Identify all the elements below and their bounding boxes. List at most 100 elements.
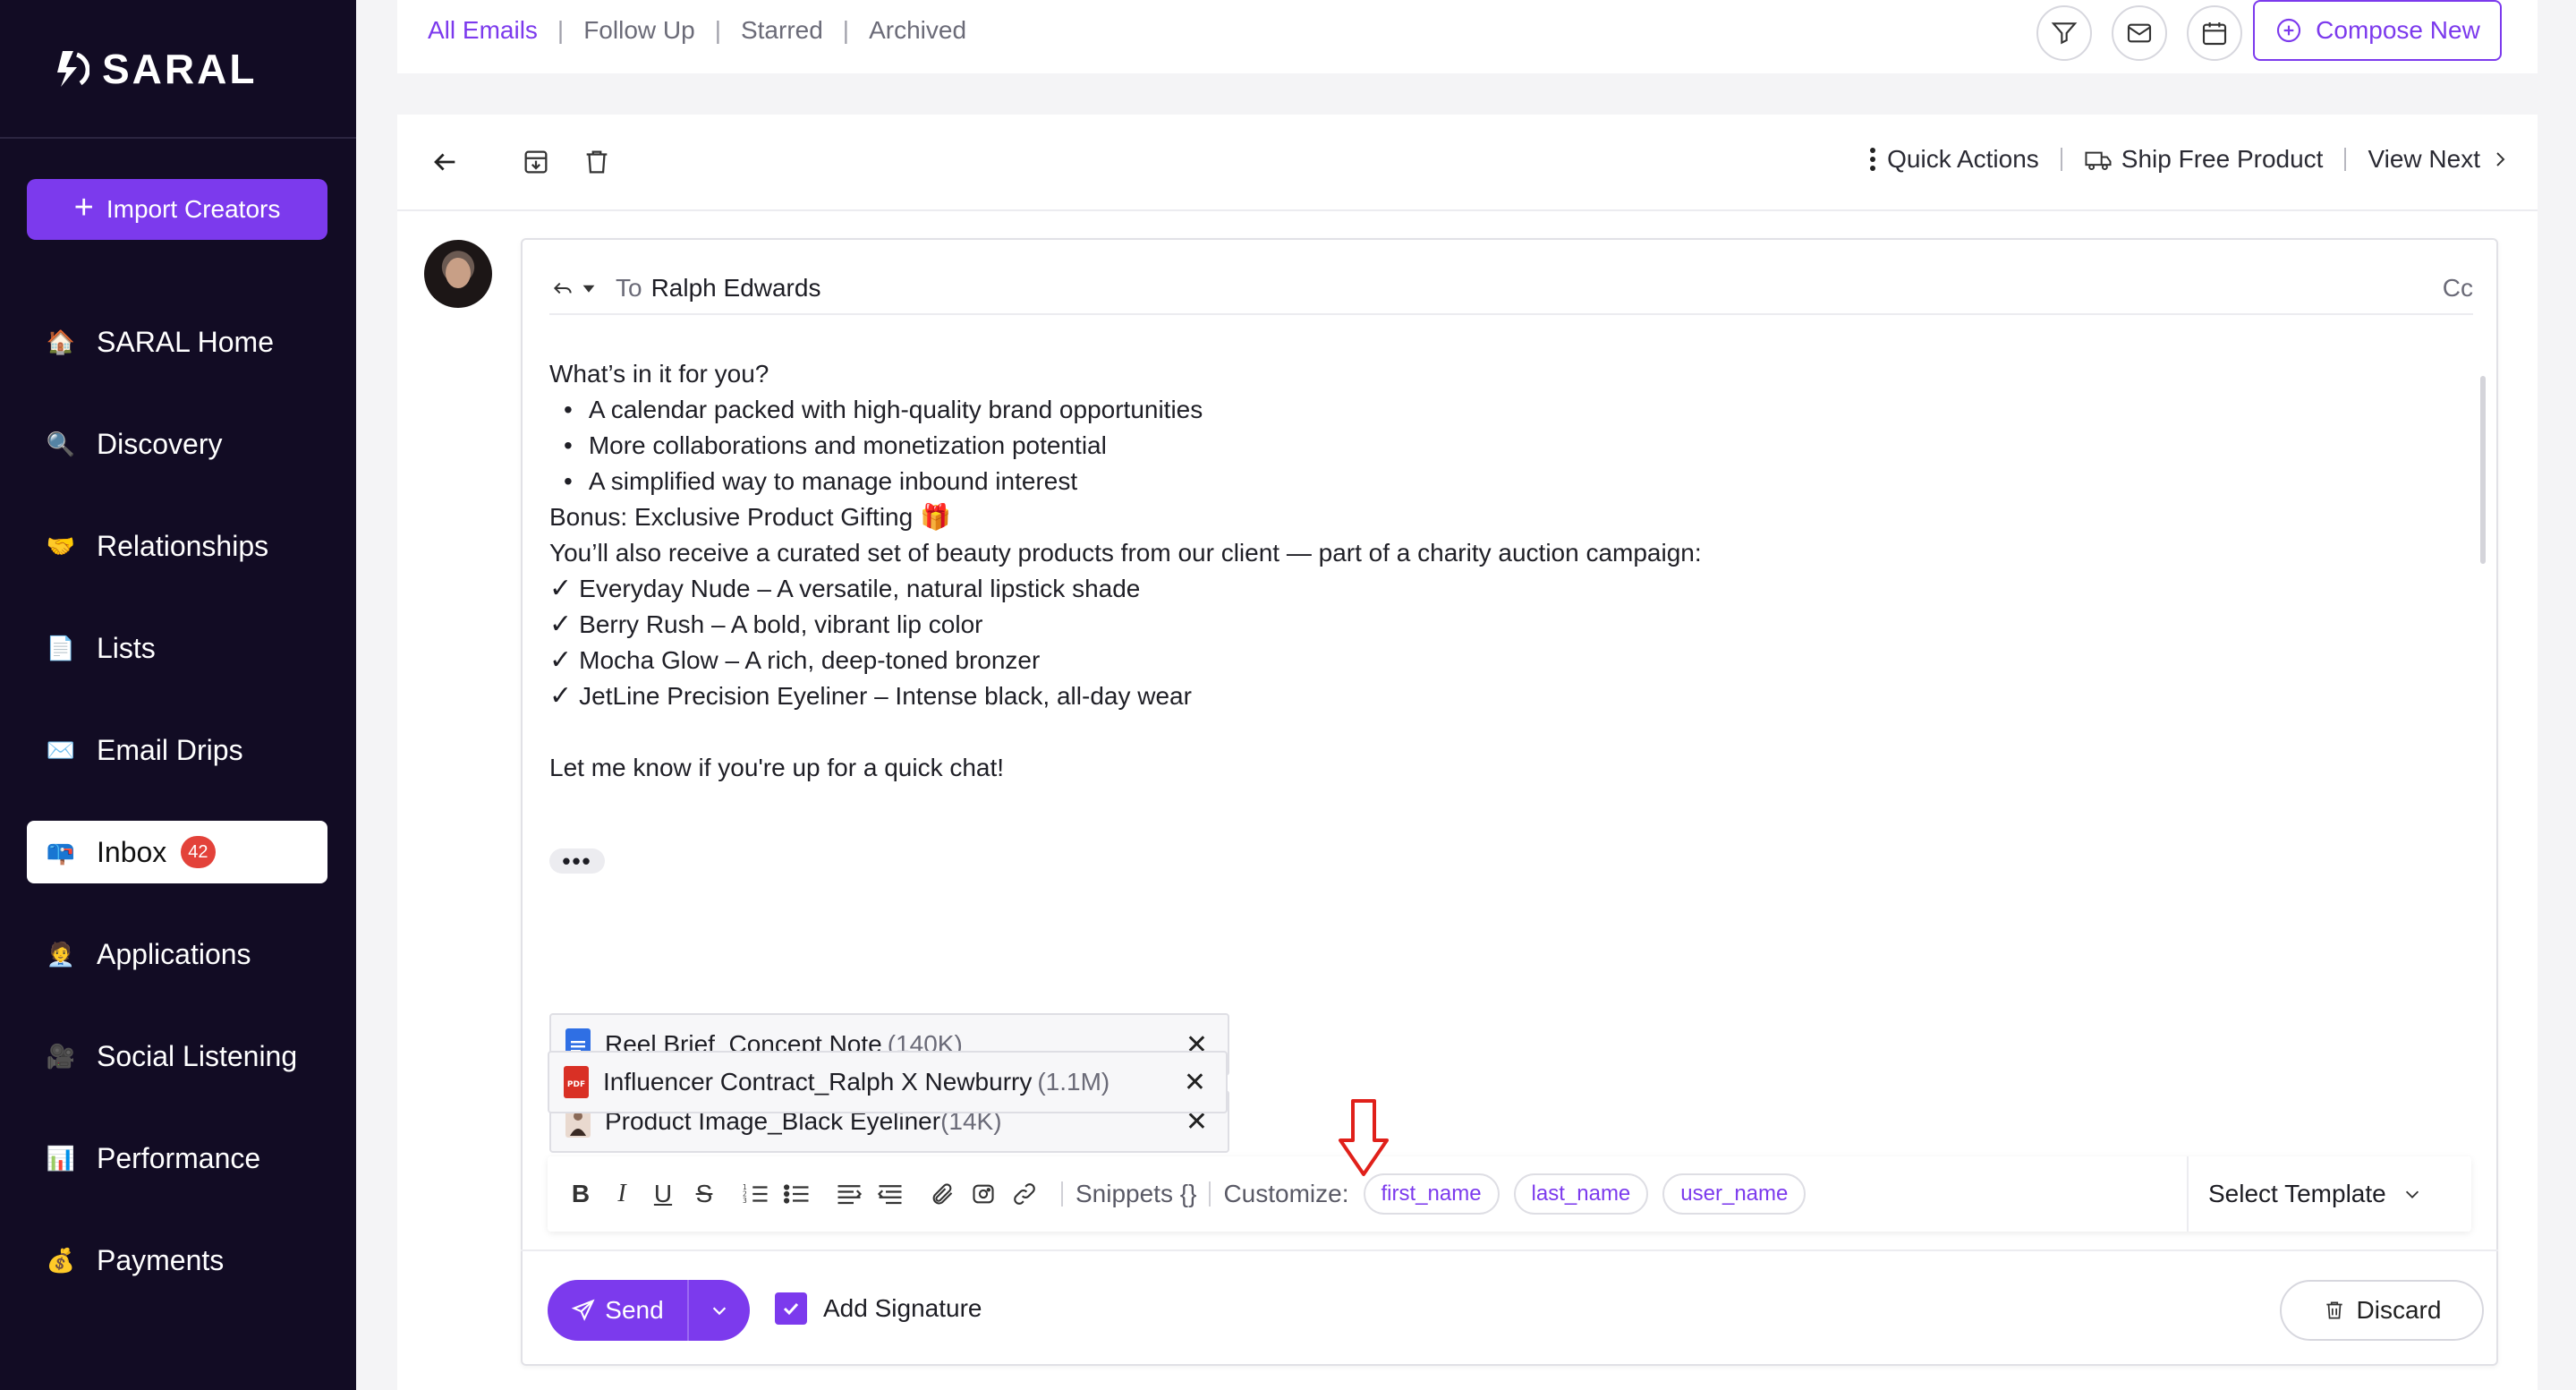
body-curated: You’ll also receive a curated set of bea…: [549, 539, 1702, 567]
plus-icon: +: [73, 189, 94, 226]
body-closing: Let me know if you're up for a quick cha…: [549, 754, 1005, 781]
send-button[interactable]: Send: [548, 1280, 687, 1341]
action-separator: [2344, 148, 2347, 171]
saral-logo[interactable]: SARAL: [50, 45, 257, 93]
italic-icon[interactable]: I: [605, 1177, 639, 1211]
filter-button[interactable]: [2036, 5, 2092, 61]
envelope-icon: ✉️: [46, 736, 76, 763]
email-panel: Quick Actions Ship Free Product View Nex…: [397, 115, 2538, 1390]
sidebar-item-payments[interactable]: 💰 Payments: [27, 1229, 327, 1292]
svg-text:3: 3: [743, 1197, 747, 1205]
ship-free-product-button[interactable]: Ship Free Product: [2084, 145, 2323, 174]
checkmark-icon: [783, 1302, 799, 1316]
archive-icon[interactable]: [521, 147, 551, 177]
person-icon: 🧑‍💼: [46, 940, 76, 968]
bullet-list-icon[interactable]: [780, 1177, 814, 1211]
caret-down-icon: [582, 285, 595, 293]
svg-text:PDF: PDF: [567, 1080, 585, 1089]
snippets-button[interactable]: Snippets {}: [1075, 1180, 1196, 1208]
attachment-paperclip-icon[interactable]: [925, 1177, 959, 1211]
send-button-group: Send: [548, 1280, 750, 1341]
remove-attachment-icon[interactable]: ✕: [1184, 1067, 1206, 1098]
discard-label: Discard: [2356, 1296, 2442, 1324]
cc-button[interactable]: Cc: [2443, 274, 2473, 303]
toolbar-separator: [1209, 1181, 1211, 1207]
paper-plane-icon: [572, 1299, 595, 1321]
body-bullet: A calendar packed with high-quality bran…: [549, 392, 2428, 428]
sidebar-item-email-drips[interactable]: ✉️ Email Drips: [27, 719, 327, 781]
add-signature-toggle[interactable]: Add Signature: [775, 1292, 982, 1325]
bold-icon[interactable]: B: [564, 1177, 598, 1211]
sidebar-item-applications[interactable]: 🧑‍💼 Applications: [27, 923, 327, 985]
tab-archived[interactable]: Archived: [865, 16, 970, 45]
attachment-item[interactable]: PDF Influencer Contract_Ralph X Newburry…: [548, 1051, 1228, 1113]
recipient-name[interactable]: Ralph Edwards: [651, 274, 821, 303]
back-arrow-icon[interactable]: [429, 147, 460, 177]
compose-new-button[interactable]: Compose New: [2253, 0, 2502, 61]
money-bag-icon: 💰: [46, 1246, 76, 1274]
indent-icon[interactable]: [832, 1177, 866, 1211]
signature-checkbox[interactable]: [775, 1292, 807, 1325]
chip-first-name[interactable]: first_name: [1363, 1173, 1500, 1215]
top-icon-group: [2036, 5, 2242, 61]
saral-logo-icon: [57, 51, 89, 87]
sidebar-item-saral-home[interactable]: 🏠 SARAL Home: [27, 311, 327, 373]
body-scrollbar[interactable]: [2480, 376, 2486, 564]
tab-starred[interactable]: Starred: [737, 16, 827, 45]
show-trimmed-content-button[interactable]: •••: [549, 848, 605, 874]
sidebar-item-social-listening[interactable]: 🎥 Social Listening: [27, 1025, 327, 1087]
trash-icon: [2325, 1301, 2342, 1319]
sidebar-item-lists[interactable]: 📄 Lists: [27, 617, 327, 679]
tab-separator: |: [557, 16, 565, 44]
chip-last-name[interactable]: last_name: [1513, 1173, 1649, 1215]
to-label: To: [616, 274, 642, 302]
inbox-tabs: All Emails | Follow Up | Starred | Archi…: [424, 16, 970, 45]
select-template-label: Select Template: [2208, 1180, 2386, 1207]
magnifier-icon: 🔍: [46, 430, 76, 457]
reply-mode-selector[interactable]: [549, 277, 596, 300]
add-signature-label: Add Signature: [823, 1294, 982, 1322]
inbox-count-badge: 42: [181, 836, 216, 868]
view-next-label: View Next: [2368, 145, 2480, 173]
red-pointer-arrow-icon: [1339, 1099, 1389, 1176]
reply-icon: [553, 282, 572, 294]
mail-icon: [2127, 23, 2152, 43]
sidebar-divider: [0, 137, 356, 139]
view-next-button[interactable]: View Next: [2368, 145, 2511, 174]
sidebar-item-label: SARAL Home: [97, 325, 274, 358]
sidebar-item-label: Payments: [97, 1243, 225, 1276]
trash-icon[interactable]: [582, 147, 612, 177]
select-template-dropdown[interactable]: Select Template: [2187, 1156, 2471, 1232]
customize-label: Customize:: [1223, 1180, 1349, 1207]
sidebar-item-inbox[interactable]: 📪 Inbox 42: [27, 821, 327, 883]
chip-user-name[interactable]: user_name: [1662, 1173, 1807, 1215]
body-product: Mocha Glow – A rich, deep-toned bronzer: [549, 643, 2428, 678]
pdf-icon: PDF: [564, 1066, 589, 1098]
sidebar-item-relationships[interactable]: 🤝 Relationships: [27, 515, 327, 577]
bar-chart-icon: 📊: [46, 1144, 76, 1172]
email-body-editor[interactable]: What’s in it for you? A calendar packed …: [549, 356, 2428, 786]
import-creators-button[interactable]: + Import Creators: [27, 179, 327, 240]
underline-icon[interactable]: U: [646, 1177, 680, 1211]
formatting-toolbar: B I U S 123 Snippets {} Customize: first…: [548, 1156, 2471, 1232]
send-options-dropdown[interactable]: [687, 1280, 750, 1341]
strikethrough-icon[interactable]: S: [687, 1177, 721, 1211]
toolbar-separator: [1061, 1181, 1063, 1207]
attachment-size: (1.1M): [1037, 1068, 1110, 1096]
filter-icon: [2051, 22, 2078, 45]
tab-all-emails[interactable]: All Emails: [424, 16, 541, 45]
attachment-name: Influencer Contract_Ralph X Newburry: [603, 1068, 1033, 1096]
calendar-button[interactable]: [2187, 5, 2242, 61]
sidebar-item-performance[interactable]: 📊 Performance: [27, 1127, 327, 1190]
insert-link-icon[interactable]: [1007, 1177, 1041, 1211]
mail-button[interactable]: [2112, 5, 2167, 61]
numbered-list-icon[interactable]: 123: [739, 1177, 773, 1211]
quick-actions-button[interactable]: Quick Actions: [1867, 145, 2039, 174]
insert-image-icon[interactable]: [966, 1177, 1000, 1211]
tab-follow-up[interactable]: Follow Up: [580, 16, 698, 45]
sender-avatar: [424, 240, 492, 308]
sidebar-item-discovery[interactable]: 🔍 Discovery: [27, 413, 327, 475]
outdent-icon[interactable]: [873, 1177, 907, 1211]
discard-button[interactable]: Discard: [2280, 1280, 2484, 1341]
